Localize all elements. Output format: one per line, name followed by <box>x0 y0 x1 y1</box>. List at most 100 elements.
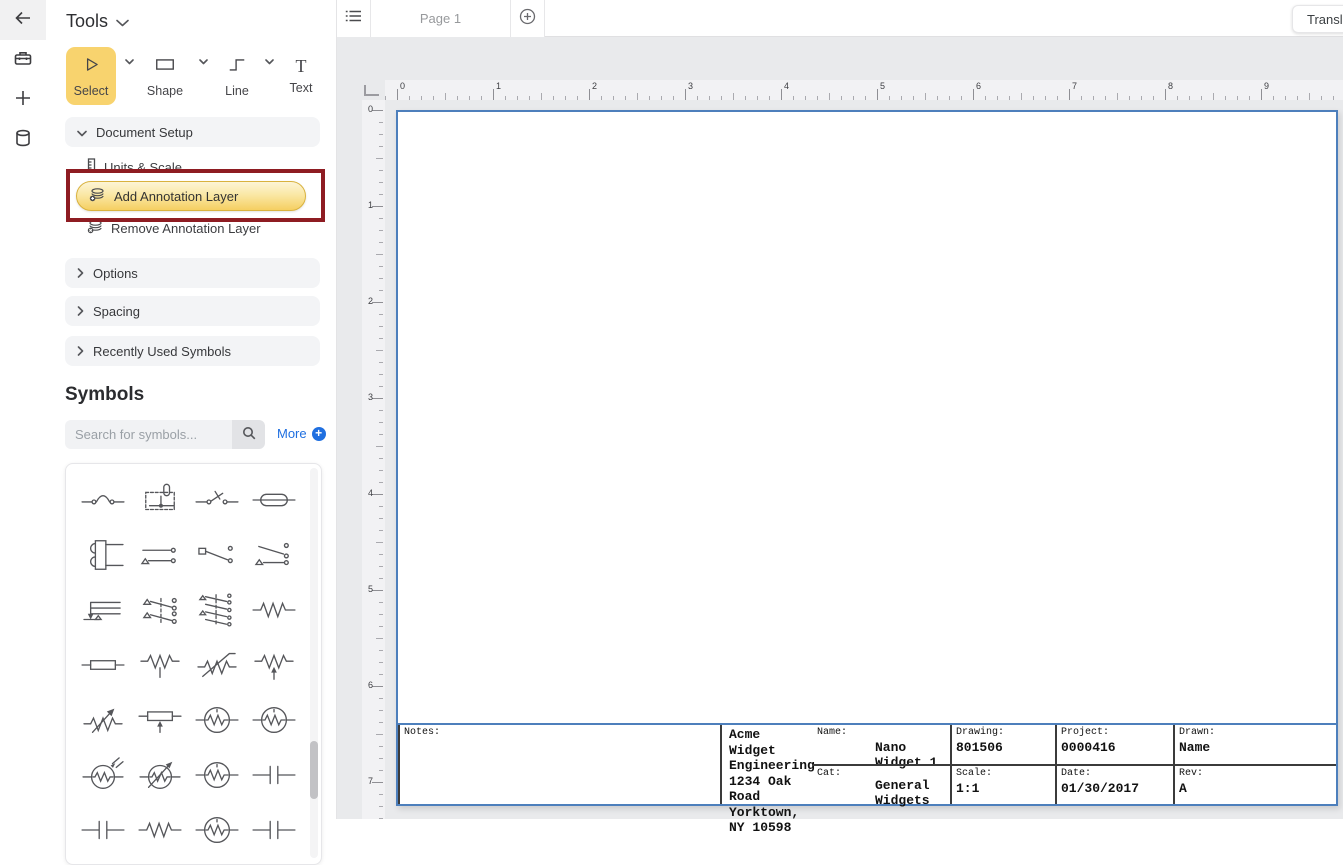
symbol-capacitor[interactable] <box>245 747 302 802</box>
symbols-scrollbar[interactable] <box>310 468 318 858</box>
select-tool-dropdown[interactable] <box>122 55 136 69</box>
symbol-switch-spdt[interactable] <box>188 527 245 582</box>
ruler-tick <box>589 89 590 100</box>
ruler-tick <box>379 386 383 387</box>
add-page-button[interactable] <box>511 0 545 37</box>
title-block-name-cell[interactable]: Name: Nano Widget 1 <box>813 725 950 764</box>
data-button[interactable] <box>0 120 46 160</box>
symbol-circled-resistor-d[interactable] <box>188 802 245 857</box>
ruler-tick <box>379 662 383 663</box>
v-ruler-number: 0 <box>362 104 373 114</box>
symbol-transformer[interactable] <box>74 527 131 582</box>
add-button[interactable] <box>0 80 46 120</box>
symbol-fuse[interactable] <box>245 472 302 527</box>
section-options[interactable]: Options <box>65 258 320 288</box>
symbol-ldr[interactable] <box>74 747 131 802</box>
chevron-down-icon <box>77 125 87 140</box>
ruler-tick <box>372 398 383 399</box>
symbol-contacts-pair[interactable] <box>131 527 188 582</box>
shape-tool-dropdown[interactable] <box>196 55 210 69</box>
cat-value: General Widgets <box>875 778 950 808</box>
symbol-search-button[interactable] <box>232 420 265 449</box>
page-list-button[interactable] <box>337 0 371 37</box>
add-annotation-layer-button[interactable]: Add Annotation Layer <box>76 181 306 211</box>
shape-tool-button[interactable]: Shape <box>140 47 190 105</box>
more-symbols-link[interactable]: More + <box>277 426 326 441</box>
symbol-gang4[interactable] <box>188 582 245 637</box>
title-block-notes-cell[interactable]: Notes: <box>398 725 720 804</box>
ruler-tick <box>889 96 890 100</box>
symbol-switch-spst[interactable] <box>188 472 245 527</box>
horizontal-ruler: 0123456789 <box>385 80 1343 100</box>
symbols-scrollbar-thumb[interactable] <box>310 741 318 799</box>
ruler-tick <box>829 93 830 100</box>
ruler-tick <box>379 422 383 423</box>
ruler-tick <box>379 578 383 579</box>
section-spacing[interactable]: Spacing <box>65 296 320 326</box>
symbol-box-tap[interactable] <box>131 692 188 747</box>
symbol-var-arrow[interactable] <box>74 692 131 747</box>
symbol-varistor[interactable] <box>188 637 245 692</box>
symbol-resistor[interactable] <box>245 582 302 637</box>
line-tool-button[interactable]: Line <box>212 47 262 105</box>
ruler-tick <box>379 374 383 375</box>
symbol-circled-var[interactable] <box>131 747 188 802</box>
text-tool-button[interactable]: T Text <box>276 47 326 105</box>
title-block-rev-cell[interactable]: Rev: A <box>1173 764 1336 804</box>
tool-label: Line <box>225 84 249 98</box>
section-document-setup[interactable]: Document Setup <box>65 117 320 147</box>
translate-button[interactable]: Translate <box>1292 5 1343 33</box>
scale-value: 1:1 <box>956 781 1051 796</box>
symbol-circled-resistor-b[interactable] <box>245 692 302 747</box>
symbol-gang2[interactable] <box>131 582 188 637</box>
ruler-tick <box>493 89 494 100</box>
tools-panel: Tools Select Shape Line T Text <box>46 0 337 819</box>
title-block-project-cell[interactable]: Project: 0000416 <box>1055 725 1173 764</box>
section-recently-used-symbols[interactable]: Recently Used Symbols <box>65 336 320 366</box>
line-tool-dropdown[interactable] <box>262 55 276 69</box>
symbol-multi-pole[interactable] <box>74 582 131 637</box>
database-icon <box>13 128 33 153</box>
h-ruler-number: 0 <box>400 81 405 91</box>
symbol-jumper[interactable] <box>74 472 131 527</box>
icon-rail <box>0 0 46 819</box>
h-ruler-number: 6 <box>976 81 981 91</box>
ruler-tick <box>379 614 383 615</box>
h-ruler-number: 5 <box>880 81 885 91</box>
back-button[interactable] <box>0 0 46 40</box>
symbol-capacitor-c[interactable] <box>245 802 302 857</box>
symbol-resistor-b[interactable] <box>131 802 188 857</box>
ruler-tick <box>925 93 926 100</box>
symbol-capacitor-b[interactable] <box>74 802 131 857</box>
title-block-scale-cell[interactable]: Scale: 1:1 <box>950 764 1055 804</box>
symbol-potentiometer[interactable] <box>131 637 188 692</box>
tab-page-1[interactable]: Page 1 <box>371 0 511 37</box>
tools-title: Tools <box>66 11 108 32</box>
ruler-tick <box>1009 96 1010 100</box>
remove-annotation-layer-item[interactable]: Remove Annotation Layer <box>87 219 261 237</box>
symbol-relay[interactable] <box>131 472 188 527</box>
symbol-resistor-box[interactable] <box>74 637 131 692</box>
symbol-circled-resistor-c[interactable] <box>188 747 245 802</box>
layers-add-icon <box>89 187 105 205</box>
title-block-drawn-cell[interactable]: Drawn: Name <box>1173 725 1336 764</box>
units-scale-item[interactable]: Units & Scale <box>87 158 182 176</box>
title-block-drawing-cell[interactable]: Drawing: 801506 <box>950 725 1055 764</box>
title-block-company-cell[interactable]: Acme Widget Engineering 1234 Oak Road Yo… <box>720 725 813 804</box>
symbol-search-input[interactable] <box>65 420 232 449</box>
ruler-tick <box>379 794 383 795</box>
toolbox-button[interactable] <box>0 40 46 80</box>
ruler-tick <box>379 290 383 291</box>
drawn-label: Drawn: <box>1179 727 1332 738</box>
title-block-date-cell[interactable]: Date: 01/30/2017 <box>1055 764 1173 804</box>
symbol-trimmer[interactable] <box>245 637 302 692</box>
drawing-page[interactable]: Name: Nano Widget 1 Drawing: 801506 Proj… <box>396 110 1338 806</box>
tools-panel-header[interactable]: Tools <box>66 11 129 32</box>
h-ruler-number: 4 <box>784 81 789 91</box>
ruler-tick <box>376 254 383 255</box>
symbol-switch-dpdt[interactable] <box>245 527 302 582</box>
title-block-cat-cell[interactable]: Cat: General Widgets <box>813 764 950 804</box>
symbol-circled-resistor[interactable] <box>188 692 245 747</box>
select-tool-button[interactable]: Select <box>66 47 116 105</box>
units-scale-label: Units & Scale <box>104 160 182 175</box>
